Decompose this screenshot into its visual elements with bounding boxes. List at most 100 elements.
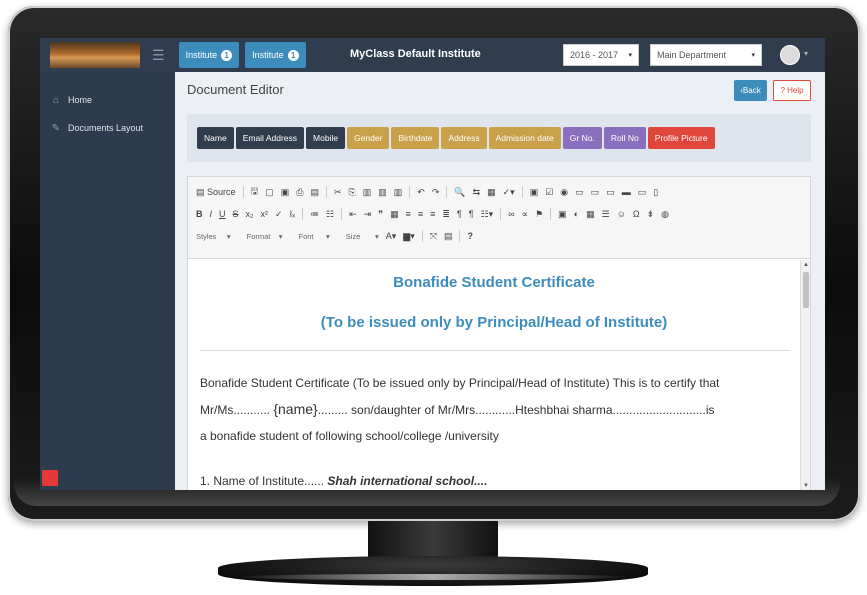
format-label: Format [246,231,271,241]
flash-icon[interactable]: ◐ [574,209,579,219]
copy-icon[interactable]: ⎘ [349,187,356,198]
indent-icon[interactable]: ⇥ [364,209,372,220]
about-icon[interactable]: ? [467,231,473,241]
cut-icon[interactable]: ✂ [334,187,342,198]
app-logo[interactable] [50,42,140,68]
textfield-icon[interactable]: ▭ [575,187,584,198]
new-page-icon[interactable]: ▢ [265,187,274,198]
back-button[interactable]: ‹Back [734,80,767,101]
scroll-down-icon[interactable]: ▼ [803,483,809,489]
document-scrollbar[interactable]: ▲ ▼ [800,260,810,490]
toolbar-separator [521,186,523,198]
language-icon[interactable]: ☷▾ [481,209,494,220]
paste-icon[interactable]: ▥ [363,187,372,198]
show-blocks-icon[interactable]: ▤ [444,231,453,242]
styles-dropdown[interactable]: Styles ▾ [196,232,231,241]
help-button[interactable]: ? Help [773,80,811,101]
italic-icon[interactable]: I [210,209,213,219]
iframe-icon[interactable]: ◍ [661,209,669,220]
scroll-up-icon[interactable]: ▲ [803,262,809,268]
redo-icon[interactable]: ↷ [432,187,440,198]
tag-button-roll-no[interactable]: Roll No [603,127,646,149]
user-menu-caret-icon[interactable]: ▾ [804,49,808,58]
save-icon[interactable]: 🖫 [251,184,259,200]
remove-format-icon[interactable]: Iₓ [290,209,295,219]
app-screen: ☰ Institute 1 Institute 1 MyClass Defaul… [40,38,825,490]
align-right-icon[interactable]: ≡ [430,209,435,219]
hidden-field-icon[interactable]: ▯ [653,187,658,198]
tag-button-mobile[interactable]: Mobile [306,127,346,149]
link-icon[interactable]: ∞ [508,209,514,219]
radio-icon[interactable]: ◉ [560,187,568,198]
tag-button-profile-picture[interactable]: Profile Picture [647,127,715,149]
scroll-thumb[interactable] [803,272,809,308]
table-icon[interactable]: ▦ [586,209,595,220]
replace-icon[interactable]: ⇆ [473,187,481,198]
image-icon[interactable]: ▣ [558,209,567,220]
paste-word-icon[interactable]: ▥ [394,187,403,198]
spellcheck-icon[interactable]: ✓▾ [503,187,515,198]
anchor-icon[interactable]: ⚑ [535,209,543,220]
special-char-icon[interactable]: Ω [633,209,640,219]
templates-icon[interactable]: ▤ [310,187,319,198]
numbered-list-icon[interactable]: ≔ [310,209,319,220]
horizontal-line-icon[interactable]: ☰ [602,209,610,220]
format-dropdown[interactable]: Format ▾ [247,232,283,241]
tag-button-address[interactable]: Address [441,127,487,149]
user-avatar[interactable] [780,45,800,65]
department-select[interactable]: Main Department ▾ [650,44,762,66]
find-icon[interactable]: 🔍 [454,187,465,198]
image-button-icon[interactable]: ▭ [638,187,647,198]
background-color-icon[interactable]: ▆▾ [403,231,414,242]
text-ltr-icon[interactable]: ¶ [457,209,462,219]
paste-text-icon[interactable]: ▥ [378,187,387,198]
unlink-icon[interactable]: ∝ [522,209,528,220]
select-field-icon[interactable]: ▭ [606,187,615,198]
preview-icon[interactable]: ▣ [281,187,290,198]
tag-button-email-address[interactable]: Email Address [235,127,305,149]
main-content: Document Editor ‹Back ? Help Name Email A… [175,72,825,490]
tag-button-gender[interactable]: Gender [347,127,390,149]
outdent-icon[interactable]: ⇤ [349,209,357,220]
document-body[interactable]: Bonafide Student Certificate (To be issu… [188,260,800,490]
tag-button-admission-date[interactable]: Admission date [488,127,561,149]
sidebar-item-home[interactable]: ⌂ Home [40,86,175,114]
select-all-icon[interactable]: ▦ [487,187,496,198]
blockquote-icon[interactable]: ❞ [378,209,383,220]
div-container-icon[interactable]: ▦ [390,209,399,220]
tag-button-birthdate[interactable]: Birthdate [391,127,440,149]
institute-button-1[interactable]: Institute 1 [178,42,240,68]
align-center-icon[interactable]: ≡ [418,209,423,219]
underline-icon[interactable]: U [219,209,226,219]
subscript-icon[interactable]: x₂ [246,209,254,219]
page-break-icon[interactable]: ⇟ [647,209,655,220]
academic-year-select[interactable]: 2016 - 2017 ▾ [563,44,639,66]
superscript-icon[interactable]: x² [261,209,269,219]
institute-button-2[interactable]: Institute 1 [245,42,306,68]
copy-format-icon[interactable]: ✓ [275,209,283,220]
size-dropdown[interactable]: Size ▾ [346,232,379,241]
caret-down-icon: ▾ [751,52,755,59]
text-color-icon[interactable]: A▾ [386,231,397,242]
bulleted-list-icon[interactable]: ☷ [326,209,334,220]
font-dropdown[interactable]: Font ▾ [299,232,330,241]
button-field-icon[interactable]: ▬ [622,187,631,197]
smiley-icon[interactable]: ☺ [617,209,626,219]
align-left-icon[interactable]: ≡ [406,209,411,219]
font-label: Font [298,231,314,241]
tag-button-name[interactable]: Name [197,127,234,149]
bold-icon[interactable]: B [196,209,203,219]
print-icon[interactable]: ⎙ [296,187,303,198]
maximize-icon[interactable]: ⤧ [430,231,437,242]
sidebar-item-documents-layout[interactable]: ✎ Documents Layout [40,114,175,142]
text-rtl-icon[interactable]: ¶ [469,209,474,219]
form-icon[interactable]: ▣ [530,187,539,198]
menu-toggle-icon[interactable]: ☰ [152,47,165,64]
textarea-icon[interactable]: ▭ [591,187,600,198]
justify-icon[interactable]: ≣ [442,209,450,220]
checkbox-icon[interactable]: ☑ [545,187,553,198]
tag-button-gr-no[interactable]: Gr No. [562,127,602,149]
strikethrough-icon[interactable]: S [233,209,239,219]
undo-icon[interactable]: ↶ [417,187,425,198]
source-button[interactable]: ▤ Source [196,187,236,198]
